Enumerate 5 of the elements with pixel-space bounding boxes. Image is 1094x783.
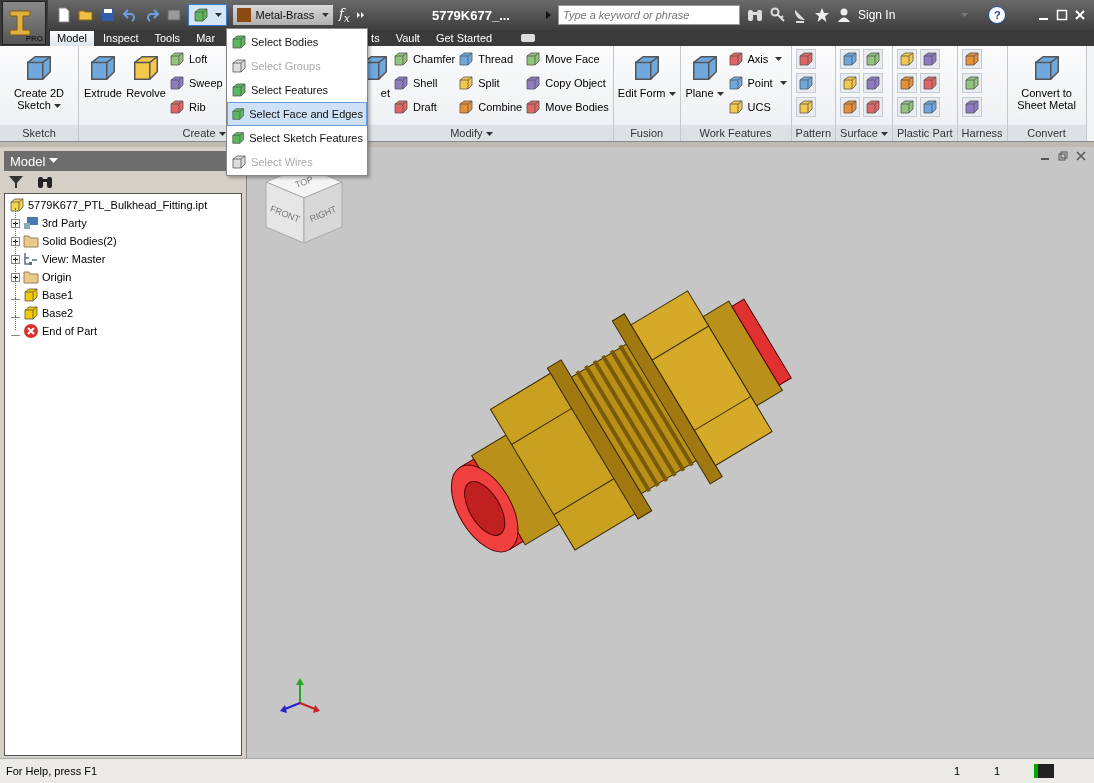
edition-label: PRO [25,34,43,43]
window-title: 5779K677_... [431,7,510,23]
status-field: 1 [954,765,984,777]
status-message: For Help, press F1 [5,765,99,777]
status-field: 1 [994,765,1024,777]
